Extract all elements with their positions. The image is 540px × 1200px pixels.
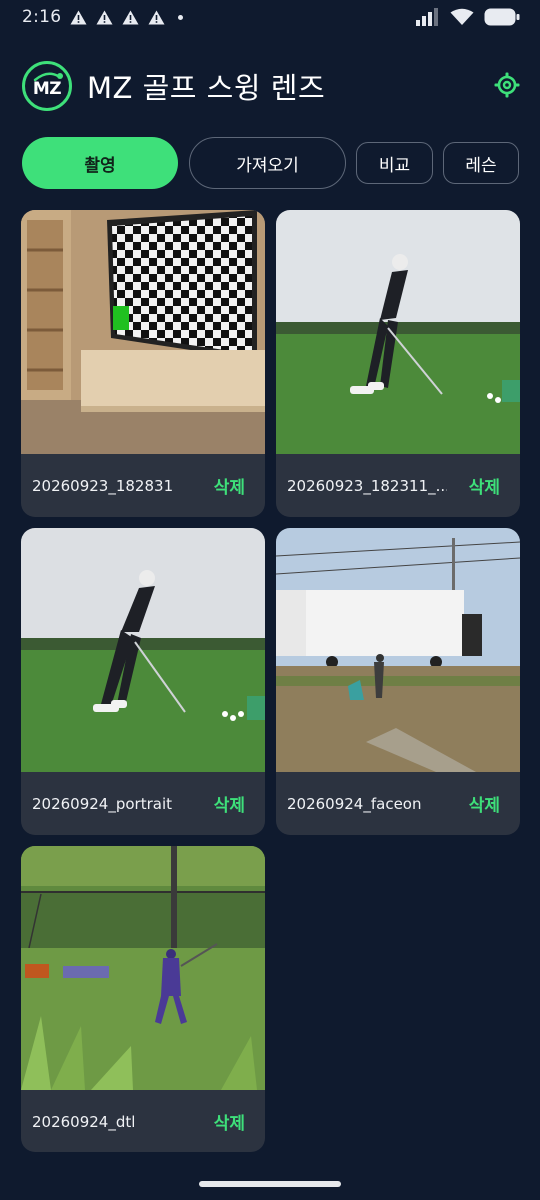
video-card-footer: 20260924_dtl 삭제	[21, 1090, 265, 1152]
signal-icon	[416, 8, 438, 26]
video-file-name: 20260924_dtl	[32, 1112, 136, 1131]
video-card[interactable]: 20260923_182311_... 삭제	[276, 210, 520, 517]
video-card-footer: 20260923_182831 삭제	[21, 454, 265, 517]
status-right	[416, 8, 520, 26]
warning-icon	[96, 10, 113, 24]
delete-button[interactable]: 삭제	[214, 791, 245, 816]
app-header: MZ MZ 골프 스윙 렌즈	[22, 60, 522, 112]
video-thumbnail[interactable]	[276, 528, 520, 772]
notification-dot-icon	[178, 14, 184, 20]
video-card-footer: 20260924_portrait 삭제	[21, 772, 265, 835]
video-card-footer: 20260923_182311_... 삭제	[276, 454, 520, 517]
video-thumbnail[interactable]	[21, 210, 265, 454]
warning-icon	[70, 10, 87, 24]
video-file-name: 20260924_faceon	[287, 794, 422, 813]
video-file-name: 20260924_portrait	[32, 794, 173, 813]
app-title: MZ 골프 스윙 렌즈	[87, 71, 326, 105]
warning-icon	[122, 10, 139, 24]
video-thumbnail[interactable]	[21, 846, 265, 1090]
logo-swoosh-icon	[33, 72, 63, 82]
gear-icon	[494, 72, 520, 98]
delete-button[interactable]: 삭제	[469, 473, 500, 498]
video-file-name: 20260923_182311_...	[287, 476, 447, 495]
tab-capture[interactable]: 촬영	[22, 137, 178, 189]
video-card-footer: 20260924_faceon 삭제	[276, 772, 520, 835]
video-card[interactable]: 20260924_dtl 삭제	[21, 846, 265, 1152]
status-bar: 2:16	[0, 0, 540, 34]
settings-button[interactable]	[492, 70, 522, 100]
tab-compare[interactable]: 비교	[356, 142, 433, 184]
tab-import[interactable]: 가져오기	[189, 137, 346, 189]
video-card[interactable]: 20260924_faceon 삭제	[276, 528, 520, 835]
delete-button[interactable]: 삭제	[214, 473, 245, 498]
video-card[interactable]: 20260923_182831 삭제	[21, 210, 265, 517]
delete-button[interactable]: 삭제	[469, 791, 500, 816]
status-left: 2:16	[22, 7, 184, 27]
delete-button[interactable]: 삭제	[214, 1109, 245, 1134]
home-indicator[interactable]	[199, 1181, 341, 1187]
video-thumbnail[interactable]	[276, 210, 520, 454]
wifi-icon	[450, 8, 474, 25]
tab-lesson[interactable]: 레슨	[443, 142, 519, 184]
video-card[interactable]: 20260924_portrait 삭제	[21, 528, 265, 835]
video-file-name: 20260923_182831	[32, 476, 174, 495]
battery-icon	[484, 8, 520, 26]
app-logo: MZ	[22, 61, 72, 111]
video-thumbnail[interactable]	[21, 528, 265, 772]
status-time: 2:16	[22, 7, 62, 27]
warning-icon	[148, 10, 165, 24]
